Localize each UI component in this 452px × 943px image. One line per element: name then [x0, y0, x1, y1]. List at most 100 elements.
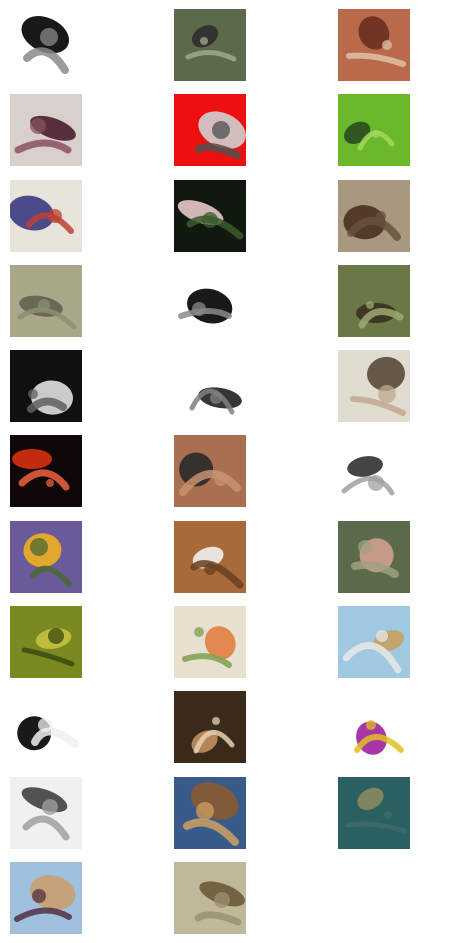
thumbnail-highlight-shape: [366, 301, 374, 309]
thumbnail-stegosaurus: [338, 521, 410, 593]
thumbnail-image: [10, 94, 82, 166]
thumbnail-image: [338, 265, 410, 337]
thumbnail-image: [338, 350, 410, 422]
thumbnail-image: [338, 435, 410, 507]
thumbnail-image: [338, 521, 410, 593]
thumbnail-plush-toy: [338, 691, 410, 763]
thumbnail-trilobite: [338, 9, 410, 81]
thumbnail-image: [174, 180, 246, 252]
thumbnail-platypus: [338, 265, 410, 337]
thumbnail-image: [338, 777, 410, 849]
thumbnail-lamp: [338, 350, 410, 422]
thumbnail-image: [338, 94, 410, 166]
thumbnail-image: [174, 9, 246, 81]
thumbnail-highlight-shape: [210, 392, 222, 404]
thumbnail-highlight-shape: [358, 540, 372, 554]
thumbnail-highlight-shape: [214, 472, 228, 486]
thumbnail-image: [174, 862, 246, 934]
thumbnail-image: [174, 435, 246, 507]
thumbnail-highlight-shape: [32, 889, 46, 903]
thumbnail-highlight-shape: [196, 802, 214, 820]
thumbnail-crayfish: [174, 94, 246, 166]
thumbnail-grand-piano: [10, 350, 82, 422]
thumbnail-image: [174, 606, 246, 678]
thumbnail-highlight-shape: [202, 212, 218, 228]
thumbnail-image: [338, 180, 410, 252]
thumbnail-map: [174, 606, 246, 678]
thumbnail-background: [174, 691, 246, 763]
thumbnail-green-hull-in-grass: [338, 94, 410, 166]
thumbnail-image: [10, 350, 82, 422]
thumbnail-highlight-shape: [376, 211, 386, 221]
thumbnail-ibis: [174, 180, 246, 252]
thumbnail-beaver: [338, 180, 410, 252]
thumbnail-image: [10, 862, 82, 934]
thumbnail-strawberry: [10, 435, 82, 507]
thumbnail-highlight-shape: [214, 892, 230, 908]
thumbnail-highlight-shape: [30, 118, 46, 134]
thumbnail-highlight-shape: [42, 799, 58, 815]
thumbnail-highlight-shape: [38, 718, 52, 732]
thumbnail-leaf-insect: [10, 606, 82, 678]
thumbnail-highlight-shape: [212, 121, 230, 139]
thumbnail-image: [10, 435, 82, 507]
thumbnail-camel: [174, 862, 246, 934]
thumbnail-gramophone: [174, 265, 246, 337]
thumbnail-highlight-shape: [38, 299, 50, 311]
thumbnail-image: [10, 691, 82, 763]
thumbnail-highlight-shape: [40, 28, 58, 46]
thumbnail-highlight-shape: [372, 130, 380, 138]
thumbnail-wheelchair: [174, 9, 246, 81]
thumbnail-highlight-shape: [48, 628, 64, 644]
thumbnail-cougar: [174, 691, 246, 763]
thumbnail-image: [10, 521, 82, 593]
thumbnail-highlight-shape: [46, 479, 54, 487]
thumbnail-highlight-shape: [384, 811, 392, 819]
thumbnail-binoculars: [174, 435, 246, 507]
thumbnail-highlight-shape: [28, 389, 38, 399]
thumbnail-highlight-shape: [368, 475, 384, 491]
thumbnail-highlight-shape: [366, 720, 376, 730]
thumbnail-image: [10, 9, 82, 81]
thumbnail-crocodile: [338, 777, 410, 849]
thumbnail-image: [338, 606, 410, 678]
thumbnail-subject-shape: [12, 449, 52, 469]
thumbnail-sailboat: [338, 606, 410, 678]
thumbnail-highlight-shape: [194, 627, 204, 637]
thumbnail-schooner: [174, 521, 246, 593]
thumbnail-highlight-shape: [200, 37, 208, 45]
thumbnail-image: [174, 521, 246, 593]
thumbnail-highlight-shape: [212, 717, 220, 725]
thumbnail-highlight-shape: [192, 302, 206, 316]
thumbnail-image: [10, 777, 82, 849]
thumbnail-grid: [0, 0, 452, 943]
thumbnail-revolver: [174, 350, 246, 422]
thumbnail-image: [10, 265, 82, 337]
thumbnail-cup: [10, 180, 82, 252]
thumbnail-image: [174, 265, 246, 337]
thumbnail-image: [174, 777, 246, 849]
thumbnail-image: [174, 691, 246, 763]
thumbnail-yin-yang: [10, 691, 82, 763]
thumbnail-pitcher: [10, 94, 82, 166]
thumbnail-highlight-shape: [382, 40, 392, 50]
thumbnail-image: [10, 180, 82, 252]
thumbnail-highlight-shape: [204, 563, 216, 575]
thumbnail-beetle-sketch: [10, 777, 82, 849]
thumbnail-image: [338, 691, 410, 763]
thumbnail-image: [338, 9, 410, 81]
thumbnail-background: [338, 265, 410, 337]
thumbnail-image: [174, 94, 246, 166]
thumbnail-motorbike: [338, 435, 410, 507]
thumbnail-highlight-shape: [376, 630, 388, 642]
thumbnail-dining-scene: [10, 862, 82, 934]
thumbnail-image: [10, 606, 82, 678]
thumbnail-image: [174, 350, 246, 422]
thumbnail-cannon: [174, 777, 246, 849]
thumbnail-highlight-shape: [378, 385, 396, 403]
thumbnail-highlight-shape: [30, 538, 48, 556]
thumbnail-window-frame: [10, 9, 82, 81]
thumbnail-highlight-shape: [48, 209, 62, 223]
thumbnail-background: [174, 350, 246, 422]
thumbnail-elephant: [10, 265, 82, 337]
